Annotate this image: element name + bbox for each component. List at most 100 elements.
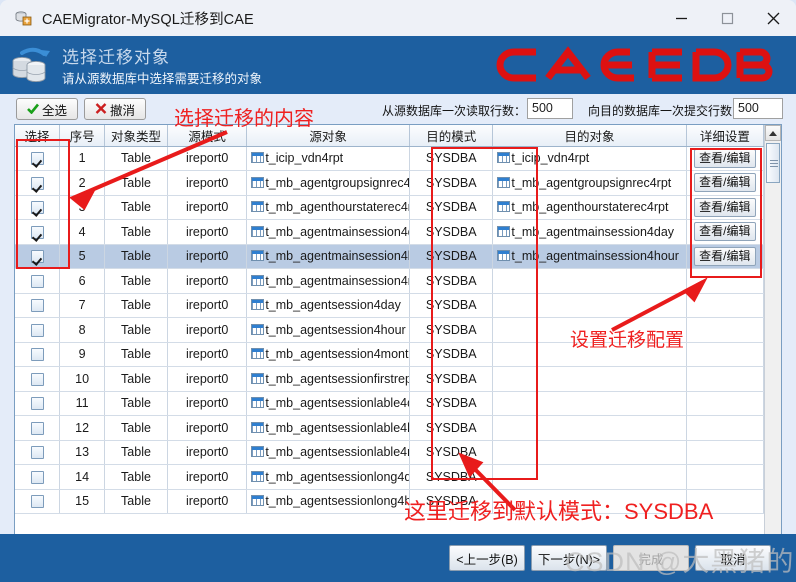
vertical-scroll-thumb[interactable] — [766, 143, 780, 183]
table-row[interactable]: 3 Table ireport0 t_mb_agenthourstaterec4rpt… — [15, 195, 764, 220]
checkbox-unchecked-icon[interactable] — [30, 299, 44, 313]
row-checkbox-cell[interactable] — [15, 342, 61, 367]
column-header-ssch[interactable]: 源模式 — [167, 125, 248, 147]
row-target-object — [492, 440, 687, 465]
row-detail-cell[interactable] — [686, 415, 764, 441]
row-detail-cell[interactable] — [686, 317, 764, 343]
commit-rows-input[interactable]: 500 — [733, 98, 783, 119]
checkbox-checked-icon[interactable] — [30, 176, 44, 190]
row-object-type: Table — [104, 219, 169, 245]
view-edit-button[interactable]: 查看/编辑 — [693, 246, 756, 266]
column-header-dobj[interactable]: 目的对象 — [492, 125, 687, 147]
row-detail-cell[interactable]: 查看/编辑 — [686, 219, 764, 245]
row-checkbox-cell[interactable] — [15, 146, 61, 171]
row-checkbox-cell[interactable] — [15, 440, 61, 465]
row-target-object-label: t_mb_agentgroupsignrec4rpt — [511, 175, 672, 190]
vertical-scrollbar[interactable] — [764, 125, 781, 558]
column-header-dsch[interactable]: 目的模式 — [409, 125, 494, 147]
checkbox-unchecked-icon[interactable] — [30, 323, 44, 337]
row-source-schema: ireport0 — [167, 342, 248, 367]
row-checkbox-cell[interactable] — [15, 366, 61, 392]
column-header-sobj[interactable]: 源对象 — [246, 125, 411, 147]
table-icon — [497, 225, 511, 237]
row-checkbox-cell[interactable] — [15, 464, 61, 490]
checkbox-checked-icon[interactable] — [30, 201, 44, 215]
view-edit-button[interactable]: 查看/编辑 — [693, 148, 756, 168]
row-checkbox-cell[interactable] — [15, 268, 61, 294]
view-edit-button[interactable]: 查看/编辑 — [693, 197, 756, 217]
checkbox-checked-icon[interactable] — [30, 152, 44, 166]
table-row[interactable]: 2 Table ireport0 t_mb_agentgroupsignrec4rpt… — [15, 170, 764, 196]
row-object-type: Table — [104, 293, 169, 318]
row-detail-cell[interactable]: 查看/编辑 — [686, 146, 764, 171]
row-target-object-label: t_mb_agentmainsession4hour — [511, 249, 679, 264]
checkbox-unchecked-icon[interactable] — [30, 421, 44, 435]
view-edit-button[interactable]: 查看/编辑 — [693, 222, 756, 242]
view-edit-button[interactable]: 查看/编辑 — [693, 173, 756, 193]
row-target-schema: SYSDBA — [409, 415, 494, 441]
table-row[interactable]: 1 Table ireport0 t_icip_vdn4rpt SYSDBA t_icip… — [15, 146, 764, 171]
row-detail-cell[interactable] — [686, 391, 764, 416]
row-detail-cell[interactable] — [686, 268, 764, 294]
row-detail-cell[interactable] — [686, 342, 764, 367]
table-row[interactable]: 5Tableireport0 t_mb_agentmainsession4hour… — [15, 244, 764, 269]
row-target-schema: SYSDBA — [409, 489, 494, 514]
row-checkbox-cell[interactable] — [15, 489, 61, 514]
scroll-up-button[interactable] — [765, 125, 781, 141]
column-header-chk[interactable]: 选择 — [15, 125, 61, 147]
table-row[interactable]: 14 Table ireport0 t_mb_agentsessionlong4day… — [15, 464, 764, 490]
column-header-det[interactable]: 详细设置 — [686, 125, 764, 147]
row-checkbox-cell[interactable] — [15, 170, 61, 196]
row-detail-cell[interactable]: 查看/编辑 — [686, 195, 764, 220]
checkbox-unchecked-icon[interactable] — [30, 470, 44, 484]
checkbox-unchecked-icon[interactable] — [30, 372, 44, 386]
row-checkbox-cell[interactable] — [15, 244, 61, 269]
checkbox-checked-icon[interactable] — [30, 225, 44, 239]
row-target-object — [492, 342, 687, 367]
row-detail-cell[interactable] — [686, 464, 764, 490]
row-target-object: t_icip_vdn4rpt — [492, 146, 687, 171]
table-row[interactable]: 4Tableireport0t_mb_agentmainsession4dayS… — [15, 219, 764, 245]
checkbox-unchecked-icon[interactable] — [30, 446, 44, 460]
row-target-object-label: t_mb_agentmainsession4day — [511, 224, 675, 239]
row-checkbox-cell[interactable] — [15, 195, 61, 220]
checkbox-unchecked-icon[interactable] — [30, 397, 44, 411]
row-detail-cell[interactable]: 查看/编辑 — [686, 170, 764, 196]
table-row[interactable]: 15Tableireport0 t_mb_agentsessionlong4hou… — [15, 489, 764, 514]
table-row[interactable]: 13Tableireport0 t_mb_agentsessionlable4mo… — [15, 440, 764, 465]
select-all-button[interactable]: 全选 — [16, 98, 78, 120]
row-checkbox-cell[interactable] — [15, 219, 61, 245]
row-index: 13 — [59, 440, 105, 465]
row-checkbox-cell[interactable] — [15, 317, 61, 343]
checkbox-checked-icon[interactable] — [30, 250, 44, 264]
row-checkbox-cell[interactable] — [15, 293, 61, 318]
previous-button[interactable]: <上一步(B) — [449, 545, 525, 571]
table-row[interactable]: 8 Table ireport0 t_mb_agentsession4hour SYSD… — [15, 317, 764, 343]
maximize-button[interactable] — [704, 0, 750, 36]
minimize-button[interactable] — [658, 0, 704, 36]
table-row[interactable]: 11Tableireport0 t_mb_agentsessionlable4da… — [15, 391, 764, 416]
row-detail-cell[interactable]: 查看/编辑 — [686, 244, 764, 269]
row-detail-cell[interactable] — [686, 366, 764, 392]
read-rows-input[interactable]: 500 — [527, 98, 573, 119]
row-detail-cell[interactable] — [686, 489, 764, 514]
row-detail-cell[interactable] — [686, 440, 764, 465]
table-icon — [251, 372, 265, 384]
row-detail-cell[interactable] — [686, 293, 764, 318]
table-row[interactable]: 12Tableireport0 t_mb_agentsessionlable4ho… — [15, 415, 764, 441]
checkbox-unchecked-icon[interactable] — [30, 348, 44, 362]
table-row[interactable]: 6Tableireport0 t_mb_agentmainsession4mont… — [15, 268, 764, 294]
close-button[interactable] — [750, 0, 796, 36]
table-row[interactable]: 9 Table ireport0 t_mb_agentsession4month SYS… — [15, 342, 764, 367]
row-source-object-label: t_icip_vdn4rpt — [265, 151, 344, 166]
cancel-selection-button[interactable]: 撤消 — [84, 98, 146, 120]
table-row[interactable]: 7 Table ireport0 t_mb_agentsession4day SYSDB… — [15, 293, 764, 318]
checkbox-unchecked-icon[interactable] — [30, 495, 44, 509]
row-checkbox-cell[interactable] — [15, 415, 61, 441]
column-header-type[interactable]: 对象类型 — [104, 125, 169, 147]
row-checkbox-cell[interactable] — [15, 391, 61, 416]
row-source-object-label: t_mb_agentsession4hour — [265, 322, 406, 337]
table-row[interactable]: 10 Table ireport0 t_mb_agentsessionfirstrep… — [15, 366, 764, 392]
column-header-no[interactable]: 序号 — [59, 125, 105, 147]
checkbox-unchecked-icon[interactable] — [30, 274, 44, 288]
